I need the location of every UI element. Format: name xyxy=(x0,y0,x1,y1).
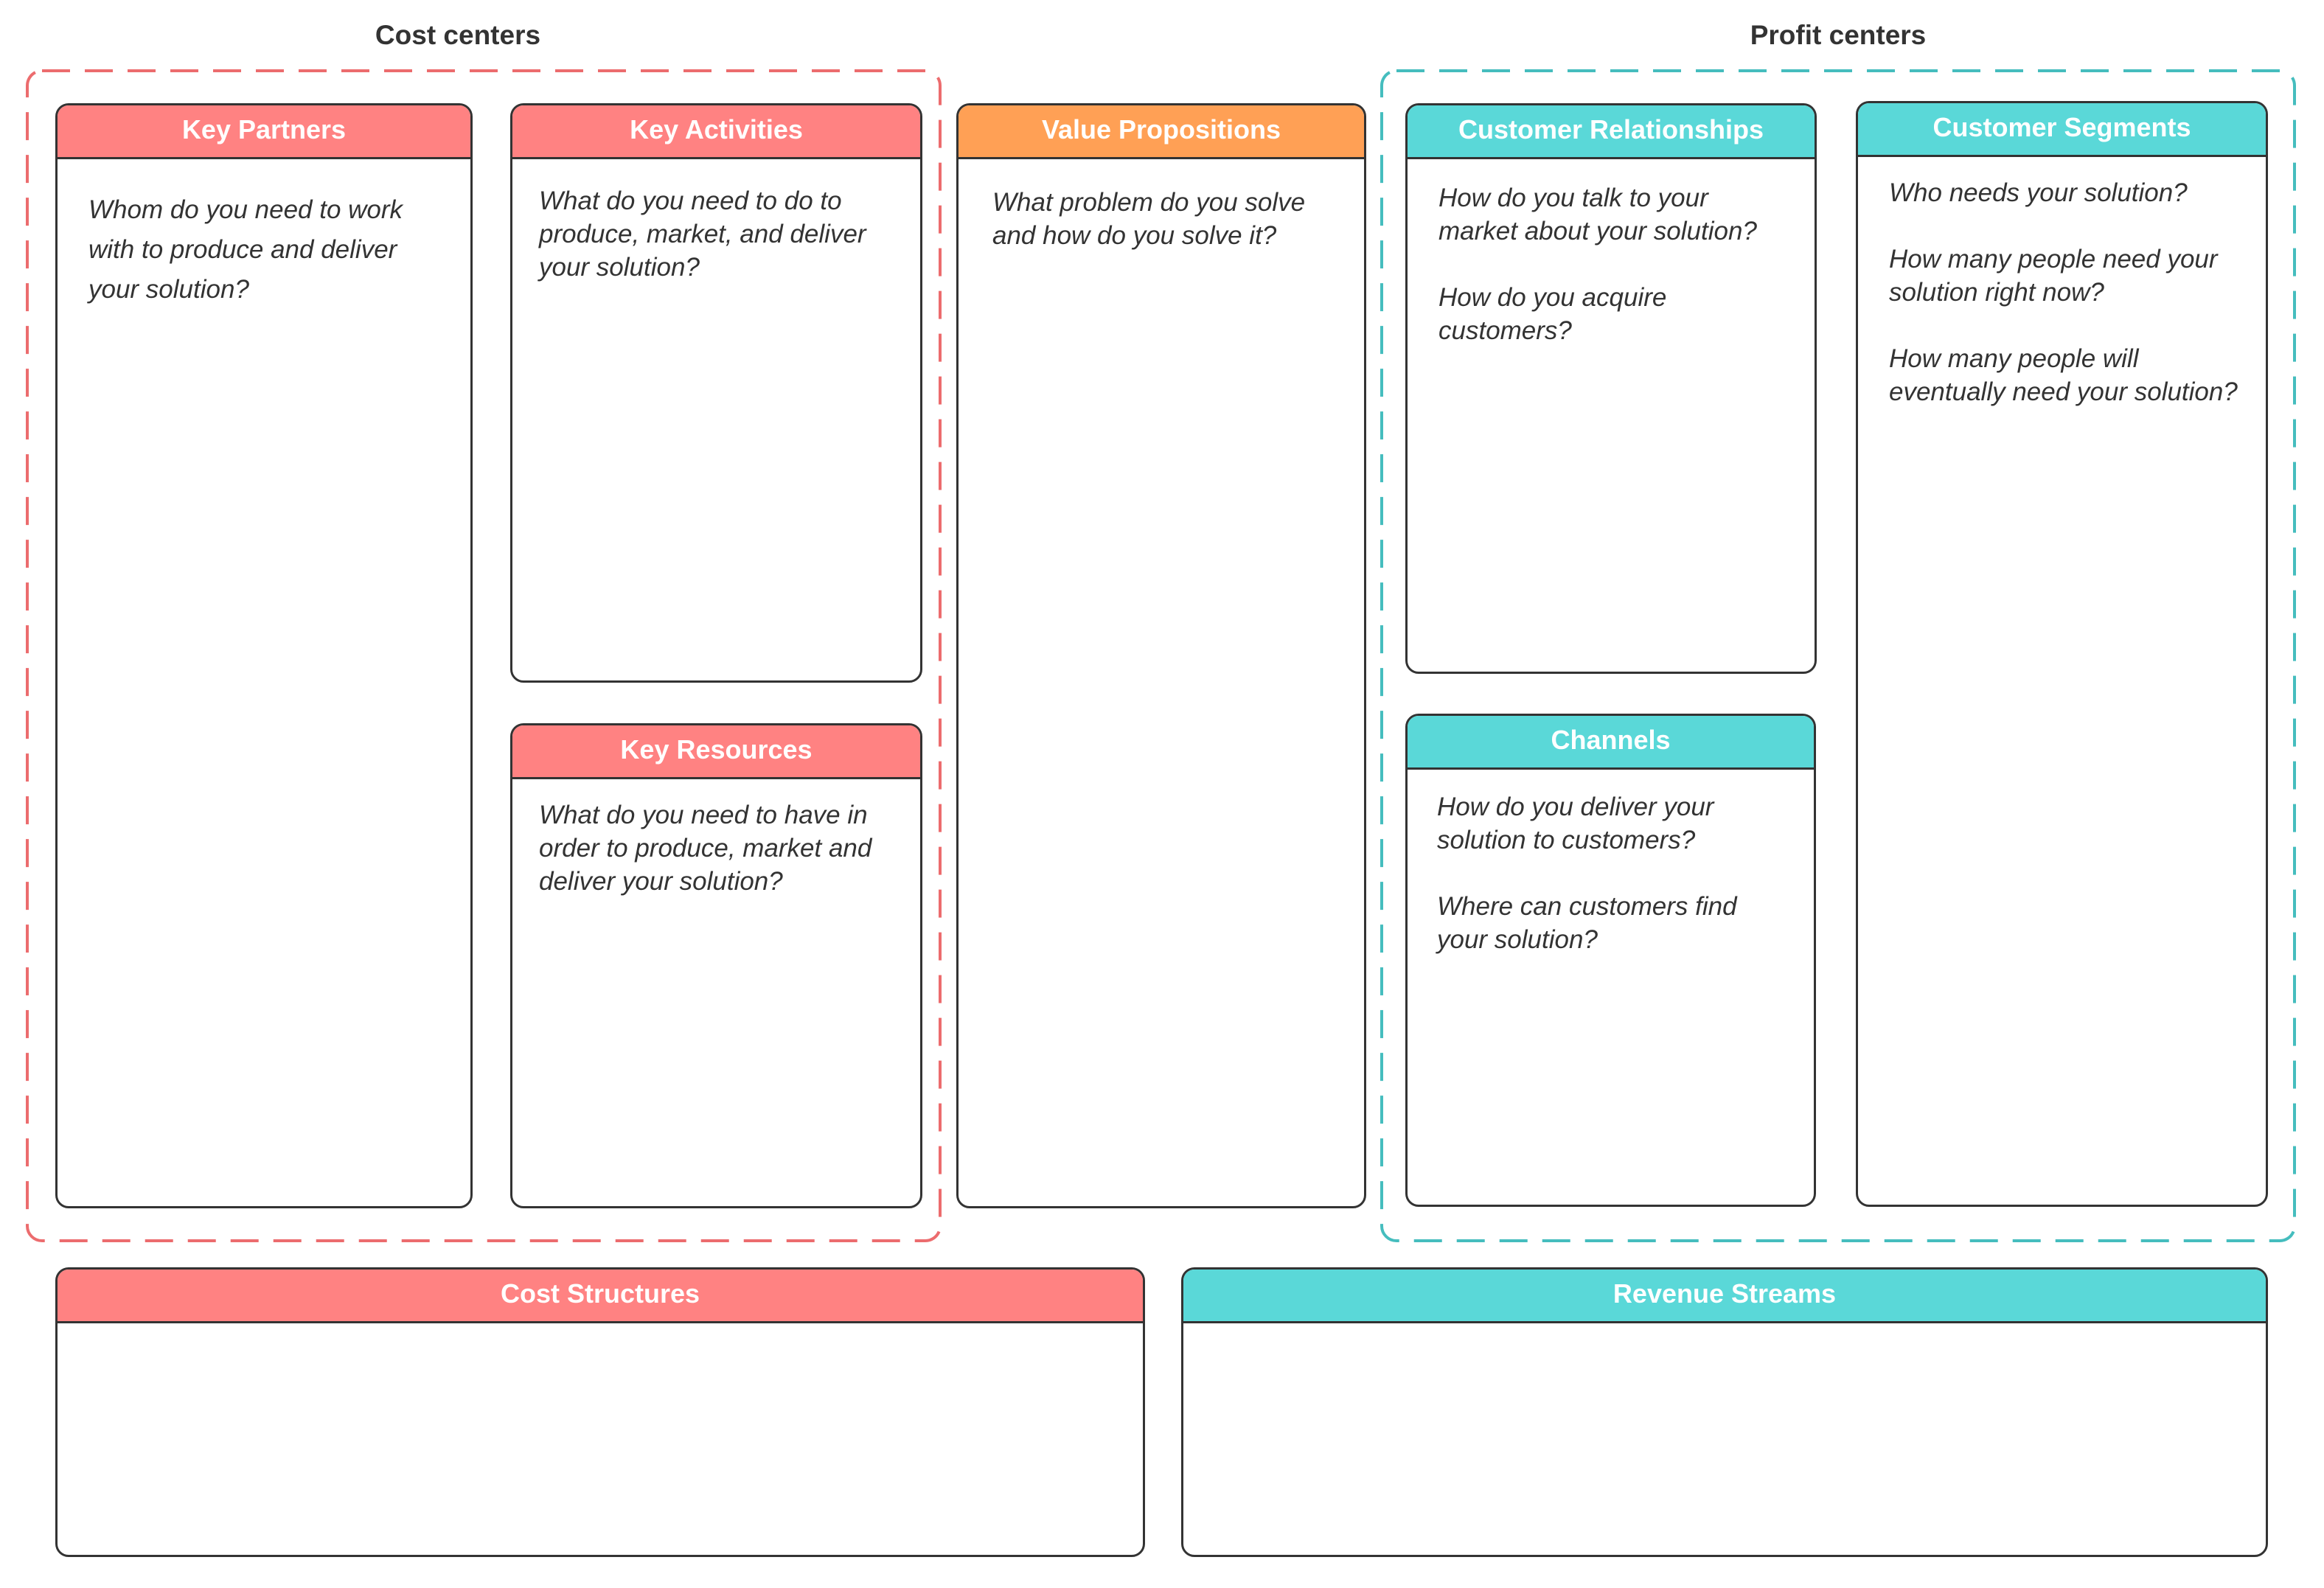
customer-segments-question-3: How many people will eventually need you… xyxy=(1889,344,2238,406)
key-partners-body: Whom do you need to work with to produce… xyxy=(58,159,470,310)
key-partners-card[interactable]: Key Partners Whom do you need to work wi… xyxy=(55,103,473,1208)
channels-card[interactable]: Channels How do you deliver your solutio… xyxy=(1405,714,1816,1207)
key-resources-header: Key Resources xyxy=(512,725,920,779)
customer-segments-header: Customer Segments xyxy=(1858,103,2266,157)
key-resources-question: What do you need to have in order to pro… xyxy=(539,801,872,896)
value-propositions-question: What problem do you solve and how do you… xyxy=(992,188,1306,250)
cost-structures-header: Cost Structures xyxy=(58,1270,1143,1323)
channels-body: How do you deliver your solution to cust… xyxy=(1408,770,1814,956)
customer-relationships-card[interactable]: Customer Relationships How do you talk t… xyxy=(1405,103,1817,674)
customer-relationships-question-2: How do you acquire customers? xyxy=(1438,283,1667,345)
value-propositions-body: What problem do you solve and how do you… xyxy=(959,159,1364,252)
key-activities-card[interactable]: Key Activities What do you need to do to… xyxy=(510,103,922,683)
customer-relationships-header: Customer Relationships xyxy=(1408,105,1815,159)
channels-question-1: How do you deliver your solution to cust… xyxy=(1437,793,1714,854)
revenue-streams-header: Revenue Streams xyxy=(1183,1270,2266,1323)
key-activities-question: What do you need to do to produce, marke… xyxy=(539,187,866,282)
key-activities-header: Key Activities xyxy=(512,105,920,159)
key-activities-body: What do you need to do to produce, marke… xyxy=(512,159,920,284)
customer-segments-question-2: How many people need your solution right… xyxy=(1889,245,2218,307)
cost-structures-card[interactable]: Cost Structures xyxy=(55,1267,1145,1557)
key-resources-body: What do you need to have in order to pro… xyxy=(512,779,920,898)
customer-relationships-question-1: How do you talk to your market about you… xyxy=(1438,184,1757,245)
revenue-streams-body xyxy=(1183,1323,2266,1348)
channels-header: Channels xyxy=(1408,716,1814,770)
value-propositions-header: Value Propositions xyxy=(959,105,1364,159)
key-partners-header: Key Partners xyxy=(58,105,470,159)
customer-segments-question-1: Who needs your solution? xyxy=(1889,178,2188,207)
customer-segments-card[interactable]: Customer Segments Who needs your solutio… xyxy=(1856,101,2268,1207)
channels-question-2: Where can customers find your solution? xyxy=(1437,892,1737,954)
key-partners-question: Whom do you need to work with to produce… xyxy=(88,195,403,304)
customer-segments-body: Who needs your solution? How many people… xyxy=(1858,157,2266,408)
customer-relationships-body: How do you talk to your market about you… xyxy=(1408,159,1815,347)
revenue-streams-card[interactable]: Revenue Streams xyxy=(1181,1267,2268,1557)
cost-structures-body xyxy=(58,1323,1143,1348)
key-resources-card[interactable]: Key Resources What do you need to have i… xyxy=(510,723,922,1208)
value-propositions-card[interactable]: Value Propositions What problem do you s… xyxy=(956,103,1366,1208)
